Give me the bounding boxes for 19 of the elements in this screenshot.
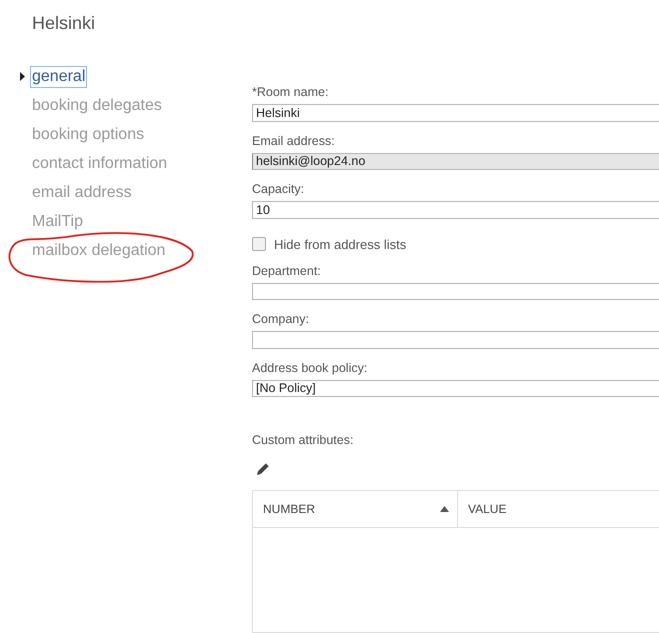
field-label: Company: [252, 311, 310, 327]
page-title: Helsinki [32, 12, 96, 34]
input-field[interactable] [252, 282, 659, 300]
input-field[interactable]: [No Policy] [252, 380, 659, 397]
input-field[interactable] [252, 331, 659, 348]
column-header[interactable]: VALUE [458, 491, 596, 528]
checkbox[interactable] [252, 237, 266, 251]
input-field: helsinki@loop24.no [252, 152, 659, 170]
field-label: Email address: [252, 132, 336, 148]
input-field[interactable]: 10 [252, 201, 659, 218]
field-label: Address book policy: [252, 360, 368, 376]
field-label: *Room name: [252, 84, 330, 100]
section-label: Custom attributes: [252, 432, 354, 448]
input-field[interactable]: Helsinki [252, 104, 659, 122]
field-label: Capacity: [252, 181, 306, 197]
checkbox-label: Hide from address lists [274, 236, 406, 252]
nav-link[interactable]: general [31, 66, 86, 86]
field-label: Department: [252, 262, 322, 278]
column-header[interactable]: NUMBER [253, 491, 458, 528]
